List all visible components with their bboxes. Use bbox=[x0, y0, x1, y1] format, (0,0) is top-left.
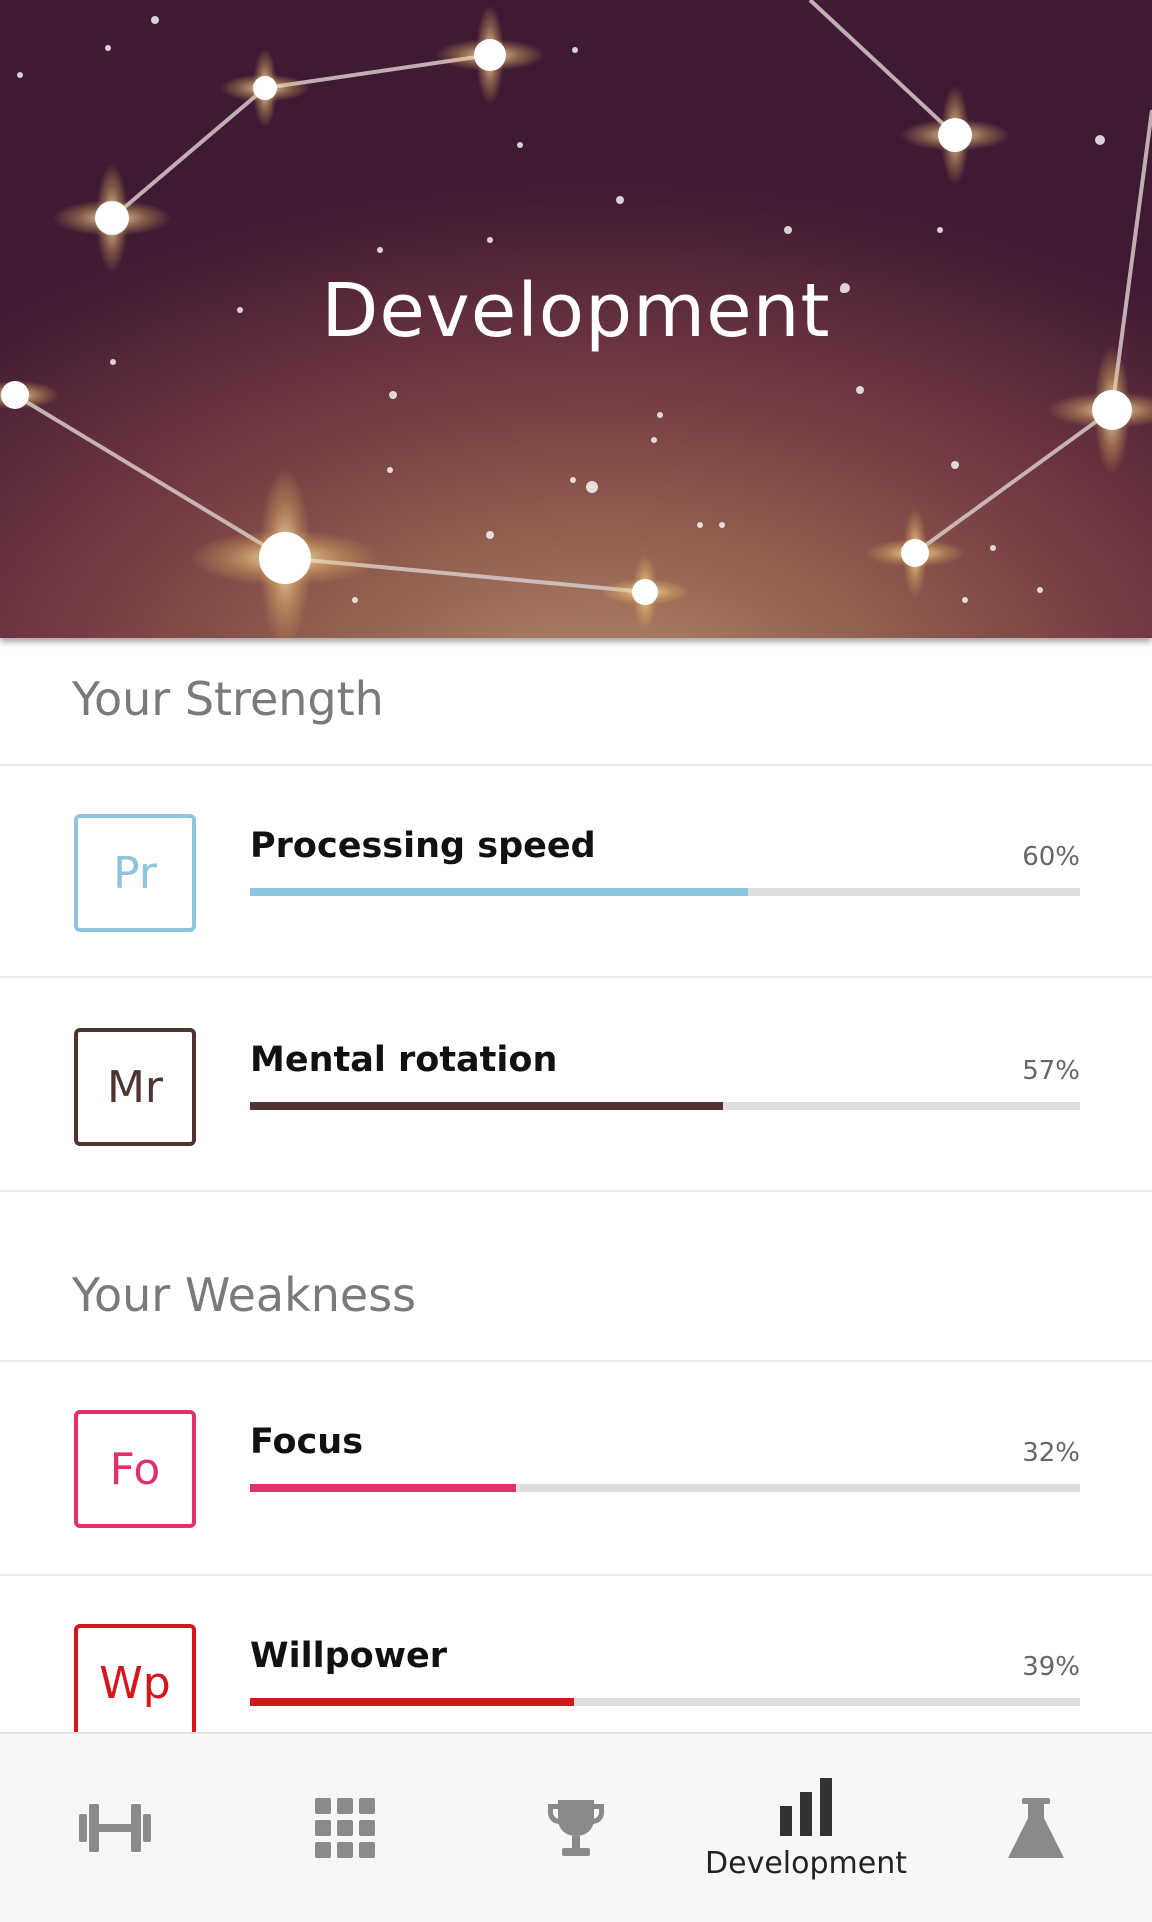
grid-icon bbox=[315, 1798, 375, 1858]
dumbbell-icon bbox=[79, 1804, 151, 1852]
strength-section-title: Your Strength bbox=[72, 672, 384, 726]
divider bbox=[0, 1190, 1152, 1192]
progress-fill bbox=[250, 888, 748, 896]
nav-item-achievements[interactable] bbox=[461, 1734, 691, 1922]
progress-track bbox=[250, 888, 1080, 896]
page-title: Development bbox=[321, 268, 831, 354]
skill-percent: 39% bbox=[1022, 1652, 1080, 1682]
nav-item-workout[interactable] bbox=[0, 1734, 230, 1922]
flask-icon bbox=[1008, 1798, 1064, 1858]
skill-label: Willpower bbox=[250, 1636, 448, 1676]
nav-label-development: Development bbox=[705, 1845, 907, 1881]
progress-fill bbox=[250, 1102, 724, 1110]
header-banner: Development bbox=[0, 0, 1152, 638]
nav-item-development[interactable]: Development bbox=[691, 1734, 921, 1922]
bottom-navigation: Development bbox=[0, 1732, 1152, 1922]
nav-item-games[interactable] bbox=[230, 1734, 460, 1922]
progress-track bbox=[250, 1484, 1080, 1492]
skill-row-focus[interactable]: Fo Focus 32% bbox=[0, 1362, 1152, 1576]
skill-percent: 32% bbox=[1022, 1438, 1080, 1468]
nav-item-lab[interactable] bbox=[921, 1734, 1151, 1922]
skill-row-processing-speed[interactable]: Pr Processing speed 60% bbox=[0, 766, 1152, 980]
weakness-section-title: Your Weakness bbox=[72, 1268, 417, 1322]
skill-badge: Wp bbox=[74, 1624, 196, 1742]
skill-percent: 60% bbox=[1022, 842, 1080, 872]
skill-badge: Mr bbox=[74, 1028, 196, 1146]
skill-percent: 57% bbox=[1022, 1056, 1080, 1086]
trophy-icon bbox=[548, 1800, 604, 1856]
skill-badge: Fo bbox=[74, 1410, 196, 1528]
progress-fill bbox=[250, 1484, 516, 1492]
skill-label: Focus bbox=[250, 1422, 364, 1462]
skill-badge: Pr bbox=[74, 814, 196, 932]
skill-label: Processing speed bbox=[250, 826, 596, 866]
skill-row-mental-rotation[interactable]: Mr Mental rotation 57% bbox=[0, 980, 1152, 1194]
bar-chart-icon bbox=[780, 1777, 832, 1836]
skill-label: Mental rotation bbox=[250, 1040, 558, 1080]
progress-track bbox=[250, 1102, 1080, 1110]
progress-track bbox=[250, 1698, 1080, 1706]
divider bbox=[0, 976, 1152, 978]
progress-fill bbox=[250, 1698, 574, 1706]
